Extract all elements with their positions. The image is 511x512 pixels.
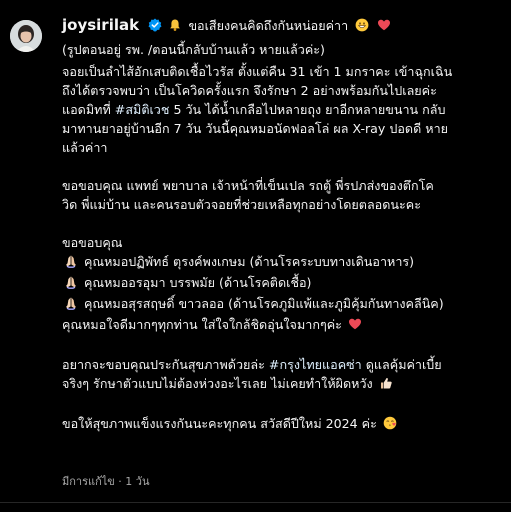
- caption-second-line: (รูปตอนอยู่ รพ. /ตอนนี้กลับบ้านแล้ว หายแ…: [62, 42, 325, 57]
- caption-text-segment: แอดมิทที่: [62, 102, 115, 117]
- caption-text-segment: คุณหมอใจดีมากๆทุกท่าน ใส่ใจใกล้ชิดอุ่นใจ…: [62, 317, 346, 332]
- folded-hands-icon: [64, 254, 78, 273]
- caption-text-segment: จอยเป็นลำไส้อักเสบติดเชื้อไวรัส ตั้งแต่ค…: [62, 64, 453, 79]
- caption-paragraph: ขอขอบคุณ คุณหมอปฏิพัทธ์ ตุรงค์พงเกษม (ด้…: [62, 233, 504, 336]
- caption-paragraph: จอยเป็นลำไส้อักเสบติดเชื้อไวรัส ตั้งแต่ค…: [62, 62, 504, 157]
- caption-text-segment: คุณหมอสุรสฤษดิ์ ขาวลออ (ด้านโรคภูมิแพ้แล…: [80, 296, 444, 311]
- bell-icon: [168, 18, 182, 39]
- caption-text-segment: ดูแลคุ้มค่าเบี้ย: [361, 357, 442, 372]
- red-heart-icon: [348, 317, 362, 336]
- caption-text-segment: แล้วค่าา: [62, 140, 108, 155]
- caption-line: ขอขอบคุณ: [62, 233, 504, 252]
- caption-line: จอยเป็นลำไส้อักเสบติดเชื้อไวรัส ตั้งแต่ค…: [62, 62, 504, 81]
- caption-line: คุณหมอใจดีมากๆทุกท่าน ใส่ใจใกล้ชิดอุ่นใจ…: [62, 315, 504, 336]
- avatar[interactable]: [10, 20, 42, 52]
- instagram-post-caption: joysirilak ขอเสียงคนคิดถึงกันหน่อยค่าา (…: [0, 0, 511, 512]
- caption-text-segment: ขอขอบคุณ แพทย์ พยาบาล เจ้าหน้าที่เข็นเปล…: [62, 178, 434, 193]
- caption-text-segment: ถึงได้ตรวจพบว่า เป็นโควิดครั้งแรก จึงรัก…: [62, 83, 437, 98]
- caption-line: คุณหมออรอุมา บรรพมัย (ด้านโรคติดเชื้อ): [62, 273, 504, 294]
- caption-text-segment: จริงๆ รักษาตัวแบบไม่ต้องห่วงอะไรเลย ไม่เ…: [62, 376, 377, 391]
- face-blowing-kiss-icon: [383, 416, 397, 435]
- folded-hands-icon: [64, 296, 78, 315]
- red-heart-icon: [377, 18, 391, 39]
- post-header: joysirilak ขอเสียงคนคิดถึงกันหน่อยค่าา (…: [62, 15, 502, 61]
- caption-line: แอดมิทที่ #สมิติเวช 5 วัน ได้น้ำเกลือไปห…: [62, 100, 504, 119]
- caption-text-segment: คุณหมอปฏิพัทธ์ ตุรงค์พงเกษม (ด้านโรคระบบ…: [80, 254, 415, 269]
- caption-text-segment: ขอให้สุขภาพแข็งแรงกันนะคะทุกคน สวัสดีปีใ…: [62, 416, 381, 431]
- avatar-photo: [10, 20, 42, 52]
- caption-text-segment: คุณหมออรอุมา บรรพมัย (ด้านโรคติดเชื้อ): [80, 275, 312, 290]
- hashtag-link[interactable]: #กรุงไทยแอคซ่า: [269, 357, 362, 372]
- caption-paragraph: ขอให้สุขภาพแข็งแรงกันนะคะทุกคน สวัสดีปีใ…: [62, 414, 504, 435]
- caption-line: วิด พี่แม่บ้าน และคนรอบตัวจอยที่ช่วยเหลื…: [62, 195, 504, 214]
- caption-line: คุณหมอปฏิพัทธ์ ตุรงค์พงเกษม (ด้านโรคระบบ…: [62, 252, 504, 273]
- post-meta: มีการแก้ไข · 1 วัน: [62, 475, 150, 488]
- folded-hands-icon: [64, 275, 78, 294]
- caption-line: อยากจะขอบคุณประกันสุขภาพด้วยล่ะ #กรุงไทย…: [62, 355, 504, 374]
- caption-text-segment: ขอขอบคุณ: [62, 235, 123, 250]
- caption-line: แล้วค่าา: [62, 138, 504, 157]
- caption-text-segment: 5 วัน ได้น้ำเกลือไปหลายถุง ยาอีกหลายขนาน…: [169, 102, 446, 117]
- caption-paragraph: ขอขอบคุณ แพทย์ พยาบาล เจ้าหน้าที่เข็นเปล…: [62, 176, 504, 214]
- caption-first-line: ขอเสียงคนคิดถึงกันหน่อยค่าา: [188, 18, 349, 33]
- caption-line: มาทานยาอยู่บ้านอีก 7 วัน วันนี้คุณหมอนัด…: [62, 119, 504, 138]
- hashtag-link[interactable]: #สมิติเวช: [115, 102, 170, 117]
- caption-line: ขอขอบคุณ แพทย์ พยาบาล เจ้าหน้าที่เข็นเปล…: [62, 176, 504, 195]
- caption-text-segment: วิด พี่แม่บ้าน และคนรอบตัวจอยที่ช่วยเหลื…: [62, 197, 421, 212]
- caption-line: ขอให้สุขภาพแข็งแรงกันนะคะทุกคน สวัสดีปีใ…: [62, 414, 504, 435]
- caption-line: คุณหมอสุรสฤษดิ์ ขาวลออ (ด้านโรคภูมิแพ้แล…: [62, 294, 504, 315]
- caption-line: จริงๆ รักษาตัวแบบไม่ต้องห่วงอะไรเลย ไม่เ…: [62, 374, 504, 395]
- caption-paragraph: อยากจะขอบคุณประกันสุขภาพด้วยล่ะ #กรุงไทย…: [62, 355, 504, 395]
- caption-text-segment: มาทานยาอยู่บ้านอีก 7 วัน วันนี้คุณหมอนัด…: [62, 121, 449, 136]
- thumbs-up-icon: [379, 376, 393, 395]
- username-link[interactable]: joysirilak: [62, 16, 139, 34]
- divider: [0, 502, 511, 503]
- caption-body: จอยเป็นลำไส้อักเสบติดเชื้อไวรัส ตั้งแต่ค…: [62, 62, 504, 454]
- caption-line: ถึงได้ตรวจพบว่า เป็นโควิดครั้งแรก จึงรัก…: [62, 81, 504, 100]
- grinning-face-icon: [355, 18, 369, 39]
- verified-badge-icon: [148, 18, 162, 39]
- caption-text-segment: อยากจะขอบคุณประกันสุขภาพด้วยล่ะ: [62, 357, 269, 372]
